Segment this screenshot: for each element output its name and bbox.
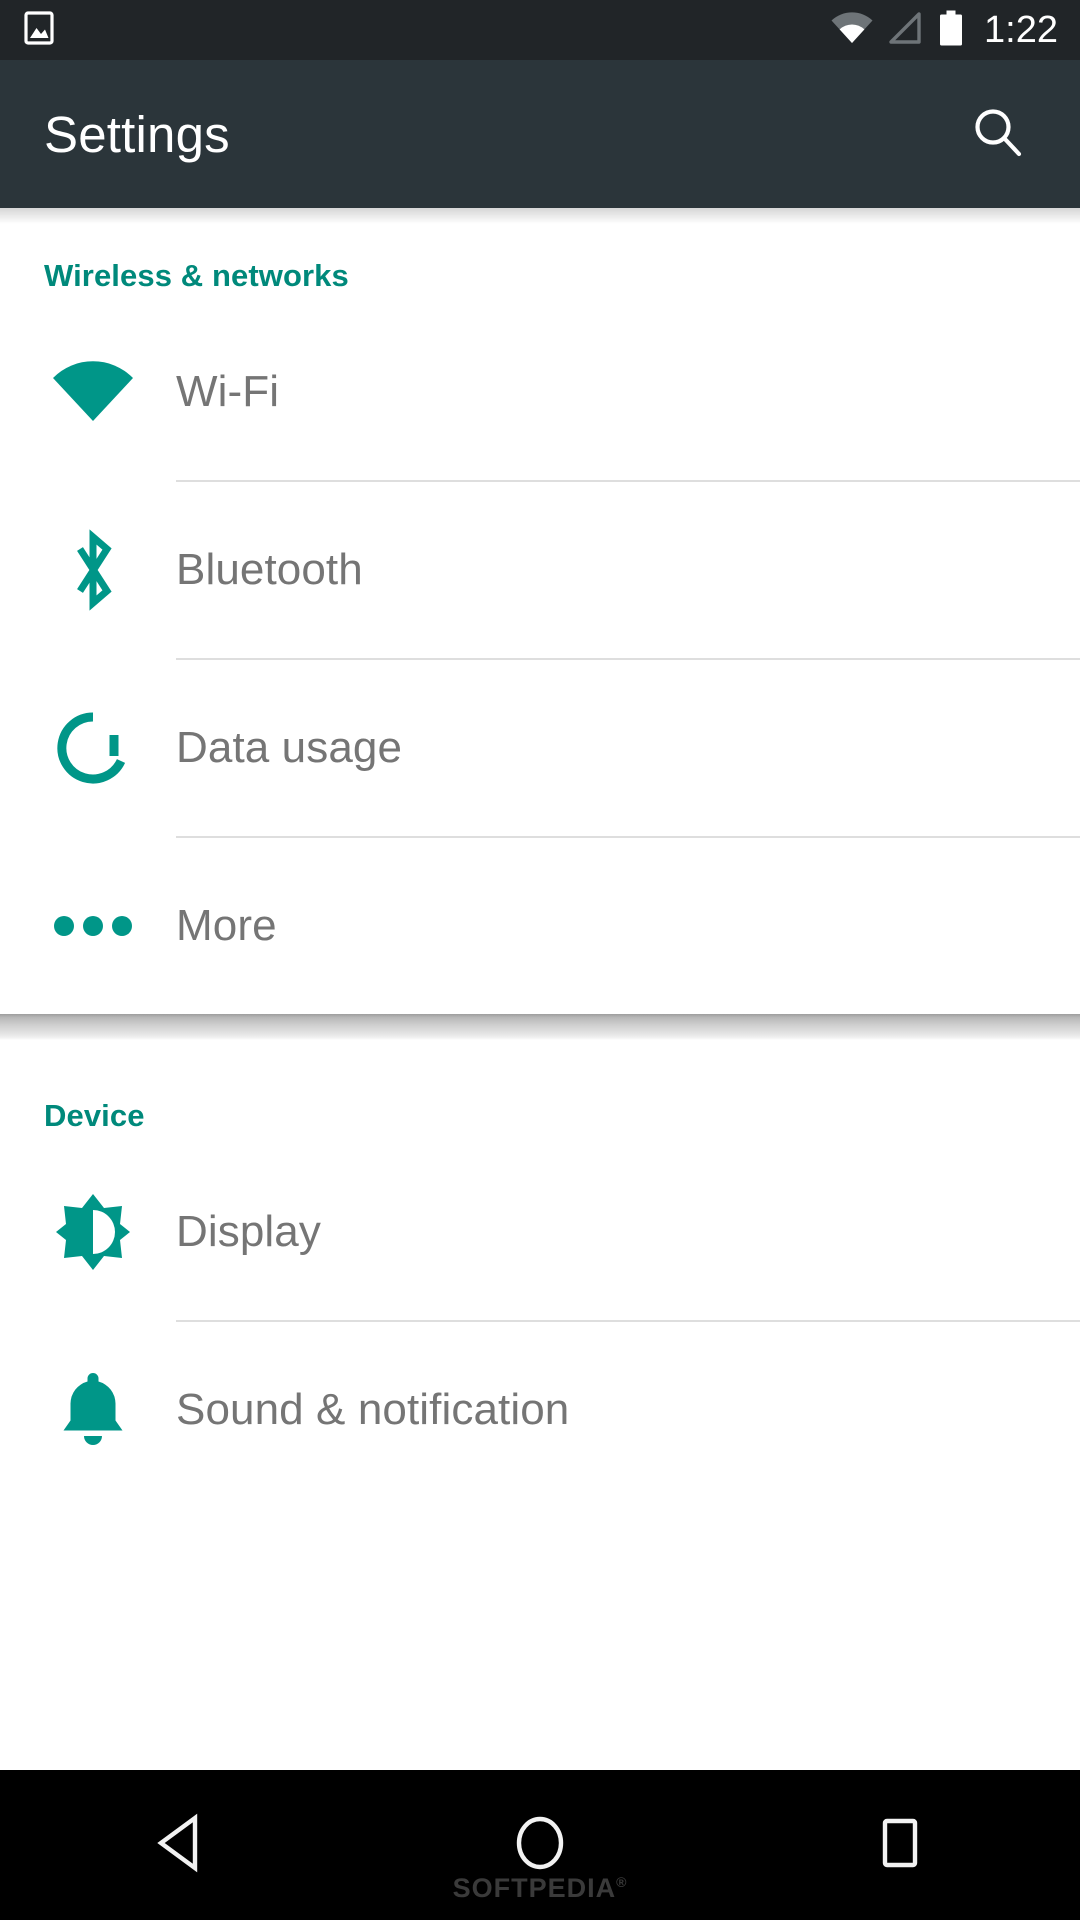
section-wireless-networks: Wireless & networks Wi-Fi Bluetooth Data… bbox=[0, 208, 1080, 1014]
search-icon bbox=[969, 103, 1027, 166]
phone-screen: 1:22 Settings Wireless & networks Wi-Fi … bbox=[0, 0, 1080, 1920]
brightness-icon bbox=[0, 1191, 176, 1273]
settings-row-wifi[interactable]: Wi-Fi bbox=[0, 304, 1080, 480]
status-bar: 1:22 bbox=[0, 0, 1080, 60]
section-separator bbox=[0, 1014, 1080, 1040]
settings-row-label: Data usage bbox=[176, 723, 403, 772]
settings-row-display[interactable]: Display bbox=[0, 1144, 1080, 1320]
settings-row-label: Display bbox=[176, 1207, 321, 1256]
section-header-device: Device bbox=[44, 1098, 145, 1133]
page-title: Settings bbox=[44, 105, 230, 163]
nav-back-button[interactable] bbox=[80, 1770, 280, 1920]
app-bar-actions bbox=[960, 96, 1036, 172]
battery-full-icon bbox=[938, 10, 964, 51]
settings-row-sound-notification[interactable]: Sound & notification bbox=[0, 1322, 1080, 1498]
image-icon bbox=[24, 10, 54, 50]
section-header-wireless: Wireless & networks bbox=[44, 258, 349, 293]
search-button[interactable] bbox=[960, 96, 1036, 172]
bell-icon bbox=[0, 1370, 176, 1450]
app-bar: Settings bbox=[0, 60, 1080, 208]
bluetooth-icon bbox=[0, 527, 176, 613]
softpedia-watermark: SOFTPEDIA® bbox=[453, 1873, 628, 1904]
square-recents-icon bbox=[871, 1812, 929, 1879]
cell-signal-icon bbox=[888, 11, 924, 50]
settings-row-data-usage[interactable]: Data usage bbox=[0, 660, 1080, 836]
section-rows-device: Display Sound & notification bbox=[0, 1134, 1080, 1498]
circle-home-icon bbox=[511, 1812, 569, 1879]
triangle-back-icon bbox=[151, 1812, 209, 1879]
section-device: Device Display Sound & notification bbox=[0, 1040, 1080, 1498]
status-bar-notifications bbox=[24, 10, 54, 50]
wifi-signal-icon bbox=[830, 11, 874, 50]
settings-row-more[interactable]: More bbox=[0, 838, 1080, 1014]
navigation-bar: SOFTPEDIA® bbox=[0, 1770, 1080, 1920]
watermark-text: SOFTPEDIA bbox=[452, 1873, 617, 1903]
settings-row-bluetooth[interactable]: Bluetooth bbox=[0, 482, 1080, 658]
status-bar-clock: 1:22 bbox=[984, 9, 1058, 51]
settings-row-label: Wi-Fi bbox=[176, 367, 280, 416]
nav-recents-button[interactable] bbox=[800, 1770, 1000, 1920]
section-rows-wireless: Wi-Fi Bluetooth Data usage More bbox=[0, 294, 1080, 1014]
settings-row-label: Bluetooth bbox=[176, 545, 363, 594]
settings-row-label: Sound & notification bbox=[176, 1385, 570, 1434]
status-bar-indicators: 1:22 bbox=[830, 10, 1058, 51]
settings-list[interactable]: Wireless & networks Wi-Fi Bluetooth Data… bbox=[0, 208, 1080, 1770]
data-usage-icon bbox=[0, 709, 176, 787]
wifi-icon bbox=[0, 359, 176, 425]
settings-row-label: More bbox=[176, 901, 277, 950]
more-dots-icon bbox=[0, 915, 176, 937]
watermark-symbol: ® bbox=[616, 1874, 628, 1890]
